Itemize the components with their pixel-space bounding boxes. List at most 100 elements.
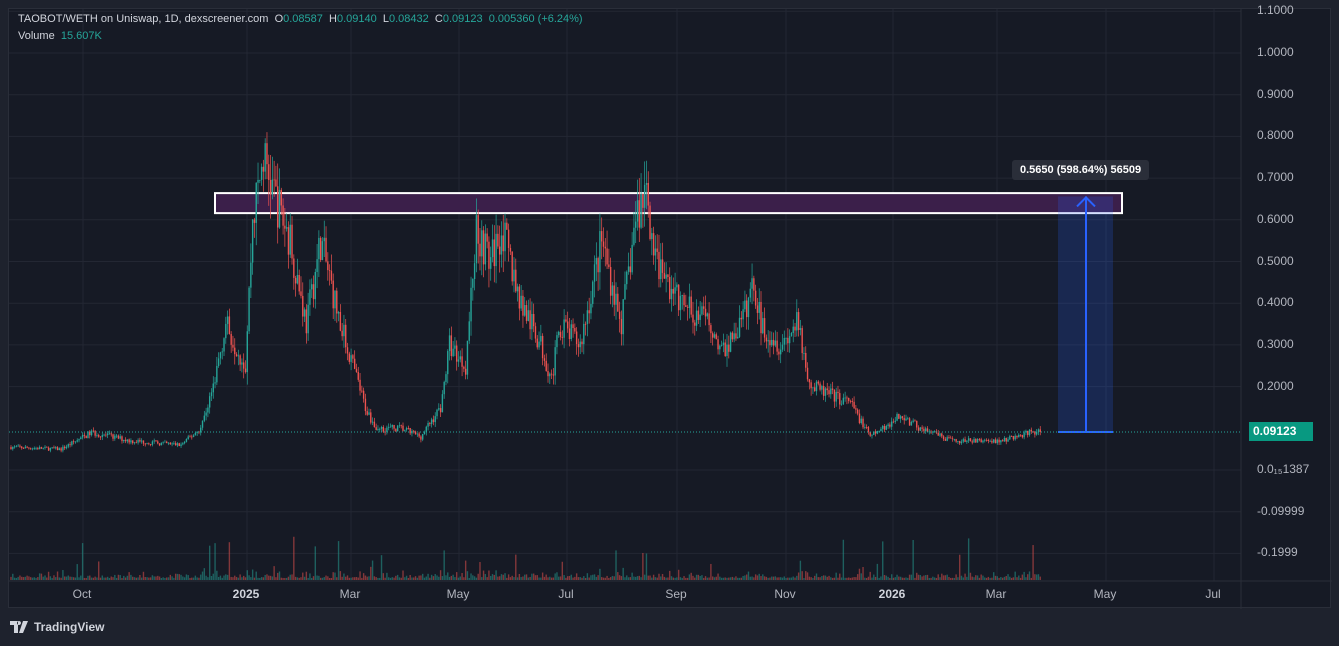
candle-body	[432, 419, 435, 423]
candle-body	[429, 423, 431, 425]
candle-body	[704, 308, 707, 317]
candle-body	[395, 428, 397, 432]
candle-body	[135, 442, 137, 444]
candle-body	[85, 435, 87, 439]
candle-body	[230, 334, 232, 345]
candle-body	[681, 295, 683, 296]
candle-body	[762, 318, 764, 334]
volume-bar	[250, 577, 252, 580]
volume-bar	[873, 574, 875, 580]
candle-body	[71, 441, 73, 446]
candle-body	[507, 229, 510, 248]
candle-body	[833, 389, 836, 402]
candle-body	[348, 353, 351, 362]
candle-body	[504, 222, 506, 252]
candle-body	[155, 440, 157, 442]
volume-bar	[975, 575, 977, 580]
volume-bar	[430, 574, 433, 580]
candle-body	[151, 441, 154, 445]
candle-body	[382, 427, 385, 432]
volume-bar	[298, 577, 300, 580]
candle-body	[937, 432, 939, 436]
volume-bar	[176, 573, 179, 580]
volume-bar	[1007, 574, 1009, 580]
volume-bar	[769, 577, 771, 580]
volume-bar	[647, 575, 649, 580]
candle-body	[425, 426, 427, 432]
candle-body	[636, 200, 639, 222]
candle-body	[334, 290, 336, 309]
volume-bar	[797, 572, 800, 580]
candle-body	[47, 447, 50, 451]
candle-body	[601, 231, 603, 242]
candle-body	[201, 420, 204, 428]
volume-bar	[930, 577, 932, 580]
volume-bar	[67, 575, 69, 580]
tradingview-logo[interactable]: TradingView	[10, 620, 104, 634]
candle-body	[56, 447, 59, 451]
candle-body	[640, 193, 642, 228]
candle-body	[142, 440, 145, 444]
volume-bar	[1023, 571, 1025, 580]
candle-body	[763, 318, 766, 338]
volume-bar	[635, 576, 637, 580]
candle-body	[123, 439, 125, 442]
candle-body	[887, 424, 889, 427]
candle-body	[53, 447, 55, 449]
volume-bar	[78, 577, 80, 580]
candle-body	[728, 344, 730, 352]
volume-bar	[58, 577, 61, 580]
candle-body	[989, 440, 991, 442]
volume-bar	[964, 573, 966, 580]
volume-bar	[101, 575, 103, 580]
volume-bar	[529, 576, 531, 580]
candle-body	[676, 284, 678, 288]
candle-body	[717, 339, 719, 350]
volume-bar	[926, 574, 929, 580]
volume-bar	[717, 573, 719, 580]
volume-bar	[509, 577, 512, 580]
volume-bar	[677, 569, 680, 580]
volume-bar	[631, 572, 633, 580]
candle-body	[924, 428, 927, 432]
candle-body	[883, 425, 886, 430]
volume-bar	[558, 576, 560, 580]
candle-body	[212, 383, 214, 393]
volume-bar	[266, 574, 268, 580]
candle-body	[837, 391, 839, 394]
volume-bar	[339, 571, 342, 580]
candle-body	[461, 356, 463, 367]
candle-body	[22, 448, 25, 449]
candle-body	[64, 446, 66, 449]
price-chart[interactable]	[9, 9, 1332, 609]
candle-body	[280, 189, 282, 206]
candle-body	[506, 222, 508, 230]
volume-bar	[753, 577, 755, 580]
candle-body	[96, 435, 98, 436]
volume-bar	[53, 575, 55, 580]
candle-body	[545, 360, 547, 372]
candle-body	[826, 388, 828, 391]
candle-body	[420, 436, 422, 440]
candle-body	[951, 438, 954, 440]
volume-bar	[1027, 574, 1029, 580]
chart-pane[interactable]	[8, 8, 1332, 609]
volume-bar	[348, 577, 351, 580]
candle-body	[60, 448, 62, 451]
volume-bar	[942, 575, 945, 580]
volume-bar	[783, 576, 785, 580]
volume-bar	[923, 575, 925, 580]
candle-body	[942, 436, 945, 440]
candle-body	[441, 394, 444, 413]
candle-body	[724, 342, 726, 357]
candle-body	[633, 227, 635, 245]
volume-bar	[312, 576, 315, 580]
candle-body	[620, 318, 623, 335]
candle-body	[298, 274, 300, 292]
volume-bar	[425, 576, 427, 580]
volume-bar	[982, 575, 984, 580]
candle-body	[219, 352, 222, 359]
candle-body	[572, 324, 574, 329]
volume-bar	[1034, 574, 1036, 580]
volume-bar	[497, 576, 499, 580]
